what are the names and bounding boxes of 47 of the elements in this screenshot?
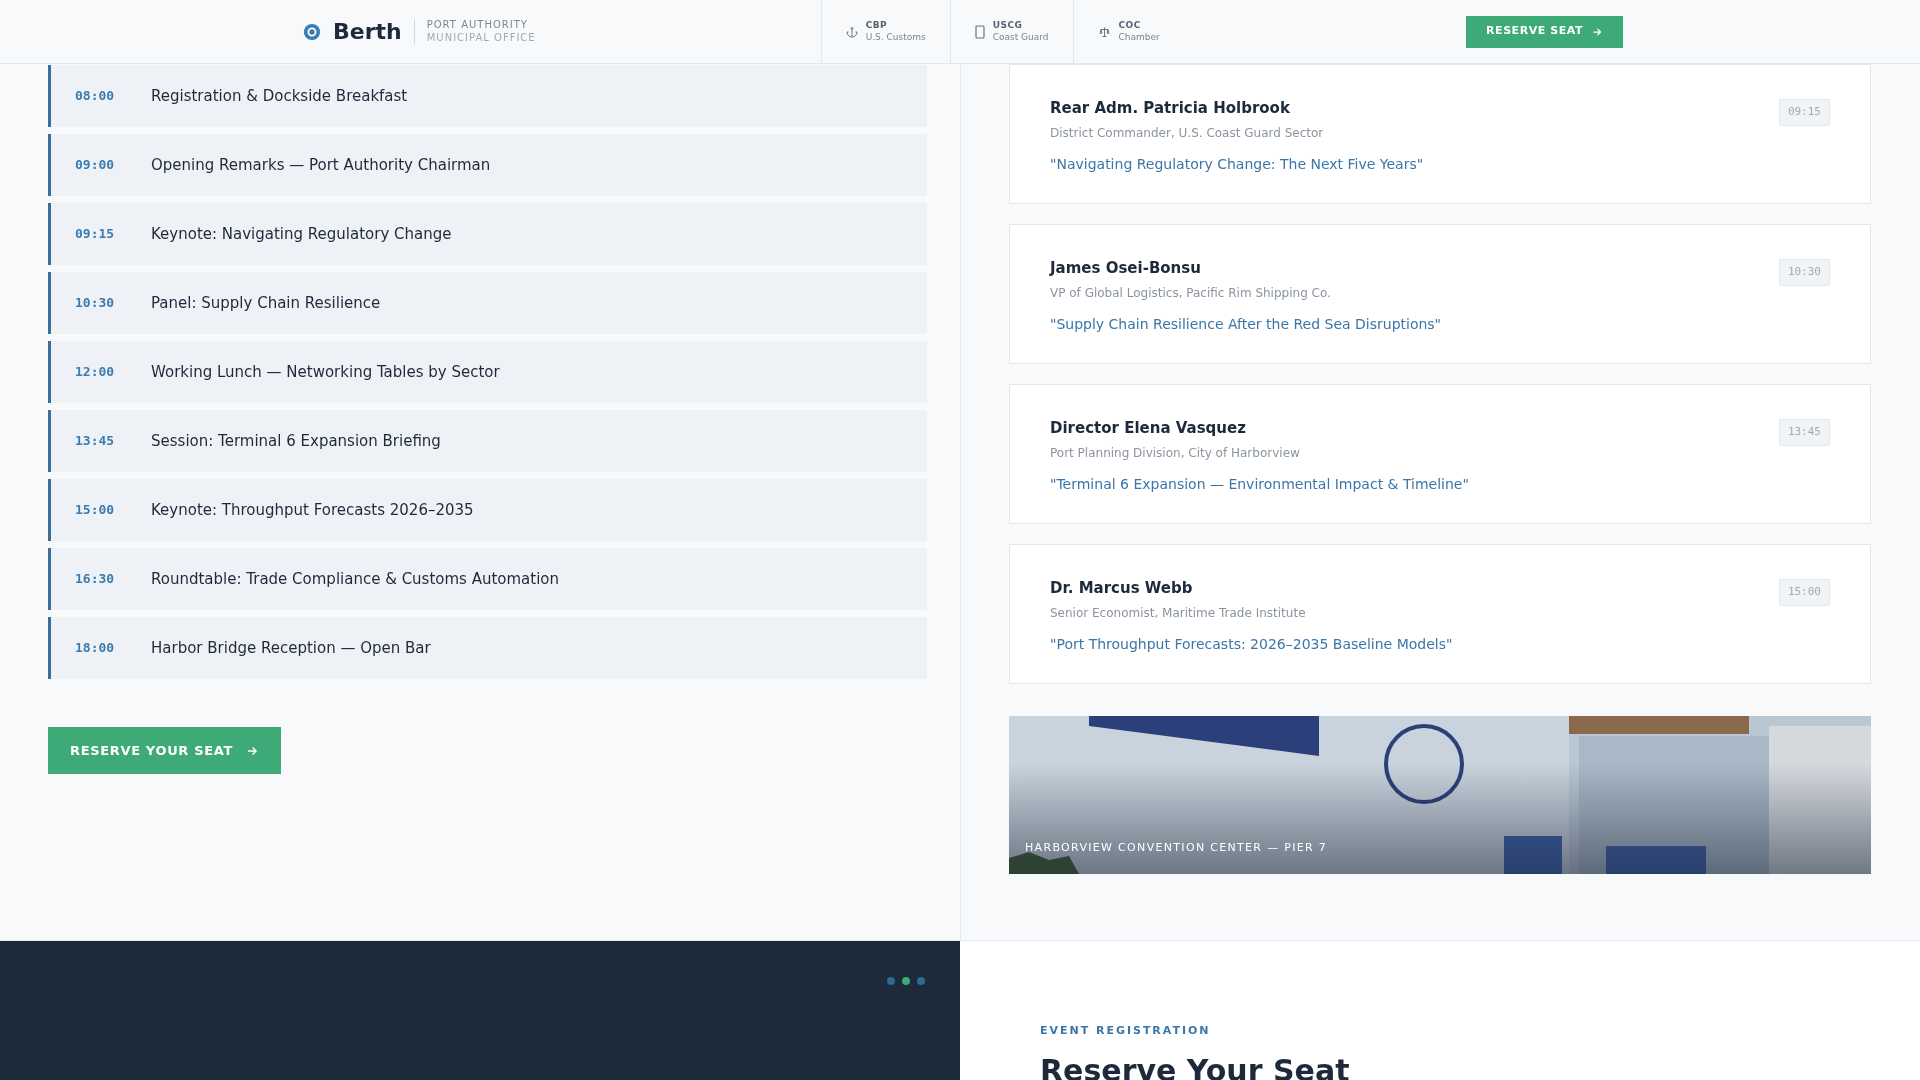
session-time: 09:15 (75, 225, 116, 244)
speaker-name: Dr. Marcus Webb (1050, 578, 1194, 599)
talk-title: "Port Throughput Forecasts: 2026–2035 Baseline Models" (1050, 634, 1453, 654)
speaker-name: Director Elena Vasquez (1050, 418, 1247, 439)
session-title: Keynote: Throughput Forecasts 2026–2035 (151, 499, 474, 521)
scale-icon (1097, 25, 1111, 38)
brand-name: Berth (333, 18, 402, 46)
session-title: Session: Terminal 6 Expansion Briefing (151, 430, 441, 452)
session-title: Working Lunch — Networking Tables by Sector (151, 361, 500, 383)
session-time: 08:00 (75, 87, 116, 106)
session-title: Panel: Supply Chain Resilience (151, 292, 381, 314)
nav-link[interactable]: CBP U.S. Customs (820, 0, 950, 64)
nav-link[interactable]: COC Chamber (1072, 0, 1184, 64)
org-subtitle: MUNICIPAL OFFICE (426, 31, 536, 44)
org-title: PORT AUTHORITY (426, 19, 529, 32)
section-heading: Reserve Your Seat (1040, 1051, 1351, 1080)
photo-caption: HARBORVIEW CONVENTION CENTER — PIER 7 (1025, 839, 1328, 856)
session-time: 09:00 (75, 156, 116, 175)
session-time: 12:00 (75, 363, 116, 382)
session-title: Keynote: Navigating Regulatory Change (151, 223, 452, 245)
time-badge: 15:00 (1778, 579, 1830, 606)
speaker-role: Port Planning Division, City of Harborview (1050, 444, 1301, 462)
rectangle-icon (974, 24, 985, 39)
logo-icon (303, 22, 321, 41)
session-time: 16:30 (75, 570, 116, 589)
session-time: 10:30 (75, 294, 116, 313)
talk-title: "Supply Chain Resilience After the Red Sea Disruptions" (1050, 314, 1442, 334)
time-badge: 13:45 (1778, 419, 1830, 446)
session-title: Roundtable: Trade Compliance & Customs Automation (151, 568, 560, 590)
session-title: Registration & Dockside Breakfast (151, 85, 408, 107)
speaker-role: District Commander, U.S. Coast Guard Sector (1050, 124, 1325, 142)
speaker-role: VP of Global Logistics, Pacific Rim Shipping Co. (1050, 284, 1332, 302)
session-title: Opening Remarks — Port Authority Chairman (151, 154, 491, 176)
section-eyebrow: EVENT REGISTRATION (1040, 1023, 1212, 1039)
nav-link[interactable]: USCG Coast Guard (949, 0, 1073, 64)
session-time: 15:00 (75, 501, 116, 520)
session-time: 18:00 (75, 639, 116, 658)
time-badge: 10:30 (1778, 259, 1830, 286)
time-badge: 09:15 (1778, 99, 1830, 126)
anchor-icon (845, 25, 858, 38)
speaker-role: Senior Economist, Maritime Trade Institute (1050, 604, 1307, 622)
talk-title: "Terminal 6 Expansion — Environmental Impact & Timeline" (1050, 474, 1469, 494)
speaker-name: James Osei-Bonsu (1050, 258, 1202, 279)
speaker-name: Rear Adm. Patricia Holbrook (1050, 98, 1291, 119)
session-time: 13:45 (75, 432, 116, 451)
talk-title: "Navigating Regulatory Change: The Next Five Years" (1050, 154, 1424, 174)
session-title: Harbor Bridge Reception — Open Bar (151, 637, 431, 659)
